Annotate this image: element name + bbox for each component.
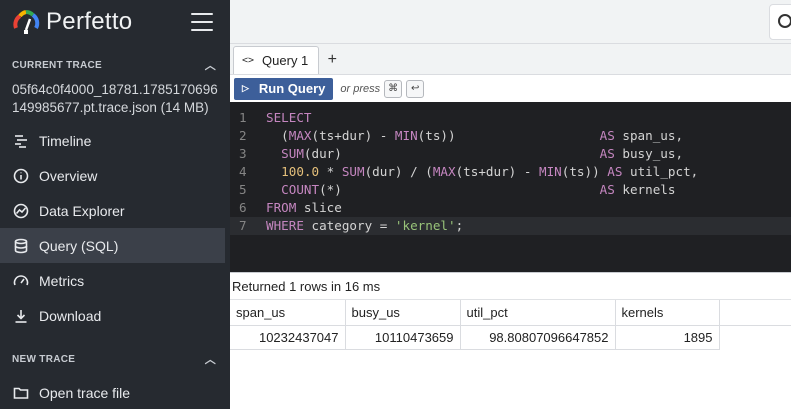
shortcut-hint: or press: [340, 82, 381, 95]
run-query-label: Run Query: [258, 81, 326, 96]
line-number: 5: [239, 182, 247, 197]
code-line: 1 SELECT: [230, 109, 791, 127]
line-number: 2: [239, 128, 247, 143]
code-text: SUM(dur) AS busy_us,: [281, 146, 684, 161]
sidebar-item-overview[interactable]: Overview: [0, 158, 225, 193]
play-icon: ▷: [242, 83, 249, 93]
code-line: 6 FROM slice: [230, 199, 791, 217]
column-header[interactable]: kernels: [615, 300, 720, 326]
current-trace-header[interactable]: CURRENT TRACE ︿: [0, 51, 230, 79]
sidebar-item-download[interactable]: Download: [0, 298, 225, 333]
code-line: 4 100.0 * SUM(dur) / (MAX(ts+dur) - MIN(…: [230, 163, 791, 181]
column-filler: [719, 300, 791, 326]
code-text: (MAX(ts+dur) - MIN(ts)) AS span_us,: [266, 128, 684, 143]
line-number: 4: [239, 164, 247, 179]
search-icon: [778, 14, 791, 28]
speed-icon: [13, 273, 29, 289]
sidebar-item-label: Overview: [39, 167, 98, 184]
result-summary: Returned 1 rows in 16 ms: [230, 272, 791, 300]
run-query-button[interactable]: ▷ Run Query: [234, 77, 334, 100]
table-cell-filler: [719, 325, 791, 349]
sidebar-item-label: Data Explorer: [39, 202, 125, 219]
folder-icon: [13, 385, 29, 401]
line-number: 6: [239, 200, 247, 215]
app-name: Perfetto: [46, 8, 133, 35]
code-line: 3 SUM(dur) AS busy_us,: [230, 145, 791, 163]
new-trace-heading: NEW TRACE: [12, 353, 76, 365]
table-cell: 1895: [615, 325, 720, 350]
code-line-current: 7 WHERE category = 'kernel';: [230, 217, 791, 235]
sidebar-item-open-trace-file[interactable]: Open trace file: [0, 375, 225, 409]
query-tabs: <> Query 1 +: [230, 44, 791, 75]
line-number: 1: [239, 110, 247, 125]
code-text: WHERE category = 'kernel';: [266, 218, 464, 233]
sidebar-item-metrics[interactable]: Metrics: [0, 263, 225, 298]
column-header[interactable]: span_us: [230, 300, 346, 326]
explore-icon: [13, 203, 29, 219]
sidebar-item-query-sql[interactable]: Query (SQL): [0, 228, 225, 263]
main-panel: <> Query 1 + ▷ Run Query or press ⌘ ↩ 1 S…: [230, 0, 791, 409]
tab-label: Query 1: [262, 53, 309, 68]
new-trace-nav: Open trace file: [0, 375, 230, 409]
sidebar-item-data-explorer[interactable]: Data Explorer: [0, 193, 225, 228]
sidebar-item-timeline[interactable]: Timeline: [0, 123, 225, 158]
query-toolbar: ▷ Run Query or press ⌘ ↩: [230, 75, 791, 102]
add-tab-button[interactable]: +: [319, 46, 345, 74]
header-row: span_us busy_us util_pct kernels: [230, 300, 791, 326]
code-line: 5 COUNT(*) AS kernels: [230, 181, 791, 199]
topbar: [230, 0, 791, 44]
enter-key: ↩: [406, 79, 425, 98]
trace-file-name: 05f64c0f4000_18781.1785170696149985677.p…: [12, 82, 218, 115]
menu-icon[interactable]: [191, 13, 213, 31]
current-trace-heading: CURRENT TRACE: [12, 59, 103, 71]
code-text: FROM slice: [266, 200, 342, 215]
code-icon: <>: [242, 55, 255, 66]
code-line: 2 (MAX(ts+dur) - MIN(ts)) AS span_us,: [230, 127, 791, 145]
sidebar: Perfetto CURRENT TRACE ︿ 05f64c0f4000_18…: [0, 0, 230, 409]
perfetto-logo-icon: [13, 10, 40, 34]
sql-editor[interactable]: 1 SELECT 2 (MAX(ts+dur) - MIN(ts)) AS spa…: [230, 102, 791, 272]
results-table: span_us busy_us util_pct kernels 1023243…: [230, 300, 791, 350]
table-cell: 10110473659: [345, 325, 461, 350]
sidebar-item-label: Open trace file: [39, 384, 131, 401]
column-header[interactable]: util_pct: [460, 300, 616, 326]
cmd-key: ⌘: [384, 79, 403, 98]
table-cell: 98.80807096647852: [460, 325, 616, 350]
table-row: 10232437047 10110473659 98.8080709664785…: [230, 325, 791, 350]
table-cell: 10232437047: [230, 325, 346, 350]
tab-query-1[interactable]: <> Query 1: [233, 46, 320, 74]
chevron-up-icon[interactable]: ︿: [205, 57, 216, 73]
chevron-up-icon[interactable]: ︿: [205, 351, 216, 367]
sidebar-item-label: Query (SQL): [39, 237, 119, 254]
line-number: 3: [239, 146, 247, 161]
code-text: SELECT: [266, 110, 312, 125]
code-text: COUNT(*) AS kernels: [281, 182, 676, 197]
column-header[interactable]: busy_us: [345, 300, 461, 326]
code-text: 100.0 * SUM(dur) / (MAX(ts+dur) - MIN(ts…: [281, 164, 699, 179]
timeline-icon: [13, 133, 29, 149]
line-number: 7: [239, 218, 247, 233]
sidebar-nav: Timeline Overview Data Explorer Query (S…: [0, 123, 230, 333]
info-icon: [13, 168, 29, 184]
omnibox[interactable]: [769, 4, 791, 40]
download-icon: [13, 308, 29, 324]
database-icon: [13, 238, 29, 254]
sidebar-item-label: Metrics: [39, 272, 85, 289]
sidebar-item-label: Timeline: [39, 132, 92, 149]
new-trace-header[interactable]: NEW TRACE ︿: [0, 345, 230, 373]
sidebar-item-label: Download: [39, 307, 102, 324]
